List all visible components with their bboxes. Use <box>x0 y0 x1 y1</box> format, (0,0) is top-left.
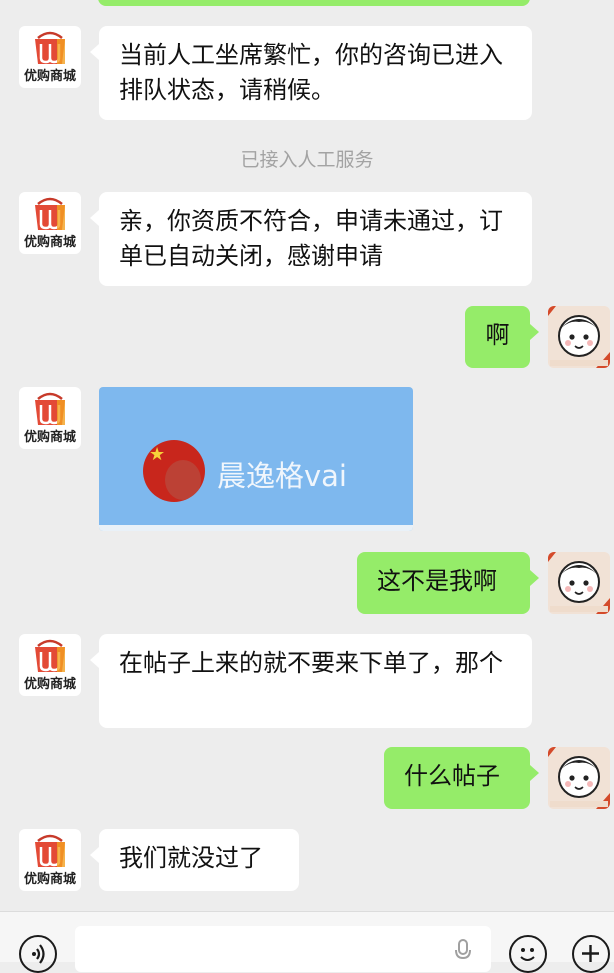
previous-outgoing-bubble <box>98 0 530 6</box>
plus-button[interactable] <box>572 935 610 973</box>
message-text: 什么帖子 <box>404 762 500 790</box>
shop-avatar[interactable]: 优购商城 <box>19 26 81 88</box>
cartoon-face-icon <box>548 552 610 614</box>
voice-button[interactable] <box>19 935 57 973</box>
message-bubble[interactable]: 什么帖子 <box>384 747 530 809</box>
message-text: 当前人工坐席繁忙，你的咨询已进入排队状态，请稍候。 <box>119 41 503 104</box>
shop-avatar[interactable]: 优购商城 <box>19 634 81 696</box>
bubble-tail <box>90 652 99 668</box>
profile-name: 晨逸格vai <box>217 459 347 493</box>
message-text: 我们就没过了 <box>119 844 263 872</box>
bubble-tail <box>90 210 99 226</box>
profile-avatar-flag: ★ <box>143 440 205 502</box>
emoji-button[interactable] <box>509 935 547 973</box>
shop-logo-text: 优购商城 <box>23 235 76 250</box>
shop-avatar[interactable]: 优购商城 <box>19 387 81 449</box>
card-white-strip <box>99 525 413 531</box>
star-icon: ★ <box>149 444 166 465</box>
message-text: 啊 <box>485 321 510 349</box>
bubble-tail <box>530 324 539 340</box>
message-bubble[interactable]: 这不是我啊 <box>357 552 530 614</box>
message-bubble[interactable]: 我们就没过了 <box>99 829 299 891</box>
bubble-tail <box>530 765 539 781</box>
system-notice: 已接入人工服务 <box>240 149 374 171</box>
plus-icon <box>582 945 599 962</box>
shop-logo-text: 优购商城 <box>23 872 76 887</box>
shop-avatar[interactable]: 优购商城 <box>19 192 81 254</box>
message-input[interactable] <box>75 926 491 972</box>
microphone-icon[interactable] <box>453 938 473 964</box>
shop-logo-text: 优购商城 <box>23 677 76 692</box>
user-avatar[interactable] <box>548 747 610 809</box>
bubble-tail <box>530 570 539 586</box>
message-text: 在帖子上来的就不要来下单了，那个 <box>119 649 503 677</box>
face-shading <box>165 460 201 500</box>
message-text: 这不是我啊 <box>377 567 497 595</box>
cartoon-face-icon <box>548 747 610 809</box>
message-bubble[interactable]: 当前人工坐席繁忙，你的咨询已进入排队状态，请稍候。 <box>99 26 532 120</box>
message-bubble[interactable]: 亲，你资质不符合，申请未通过，订单已自动关闭，感谢申请 <box>99 192 532 286</box>
message-bubble[interactable]: 啊 <box>465 306 530 368</box>
emoji-icon <box>520 948 535 961</box>
bubble-tail <box>90 44 99 60</box>
message-bubble[interactable]: 在帖子上来的就不要来下单了，那个 <box>99 634 532 728</box>
shop-logo-text: 优购商城 <box>23 430 76 445</box>
bubble-tail <box>90 847 99 863</box>
shop-avatar[interactable]: 优购商城 <box>19 829 81 891</box>
user-avatar[interactable] <box>548 552 610 614</box>
voice-icon <box>32 944 45 964</box>
shop-logo-text: 优购商城 <box>23 69 76 84</box>
user-avatar[interactable] <box>548 306 610 368</box>
chat-input-bar <box>0 911 614 973</box>
image-message[interactable]: ★ 晨逸格vai <box>99 387 413 531</box>
message-text: 亲，你资质不符合，申请未通过，订单已自动关闭，感谢申请 <box>119 207 503 270</box>
cartoon-face-icon <box>548 306 610 368</box>
